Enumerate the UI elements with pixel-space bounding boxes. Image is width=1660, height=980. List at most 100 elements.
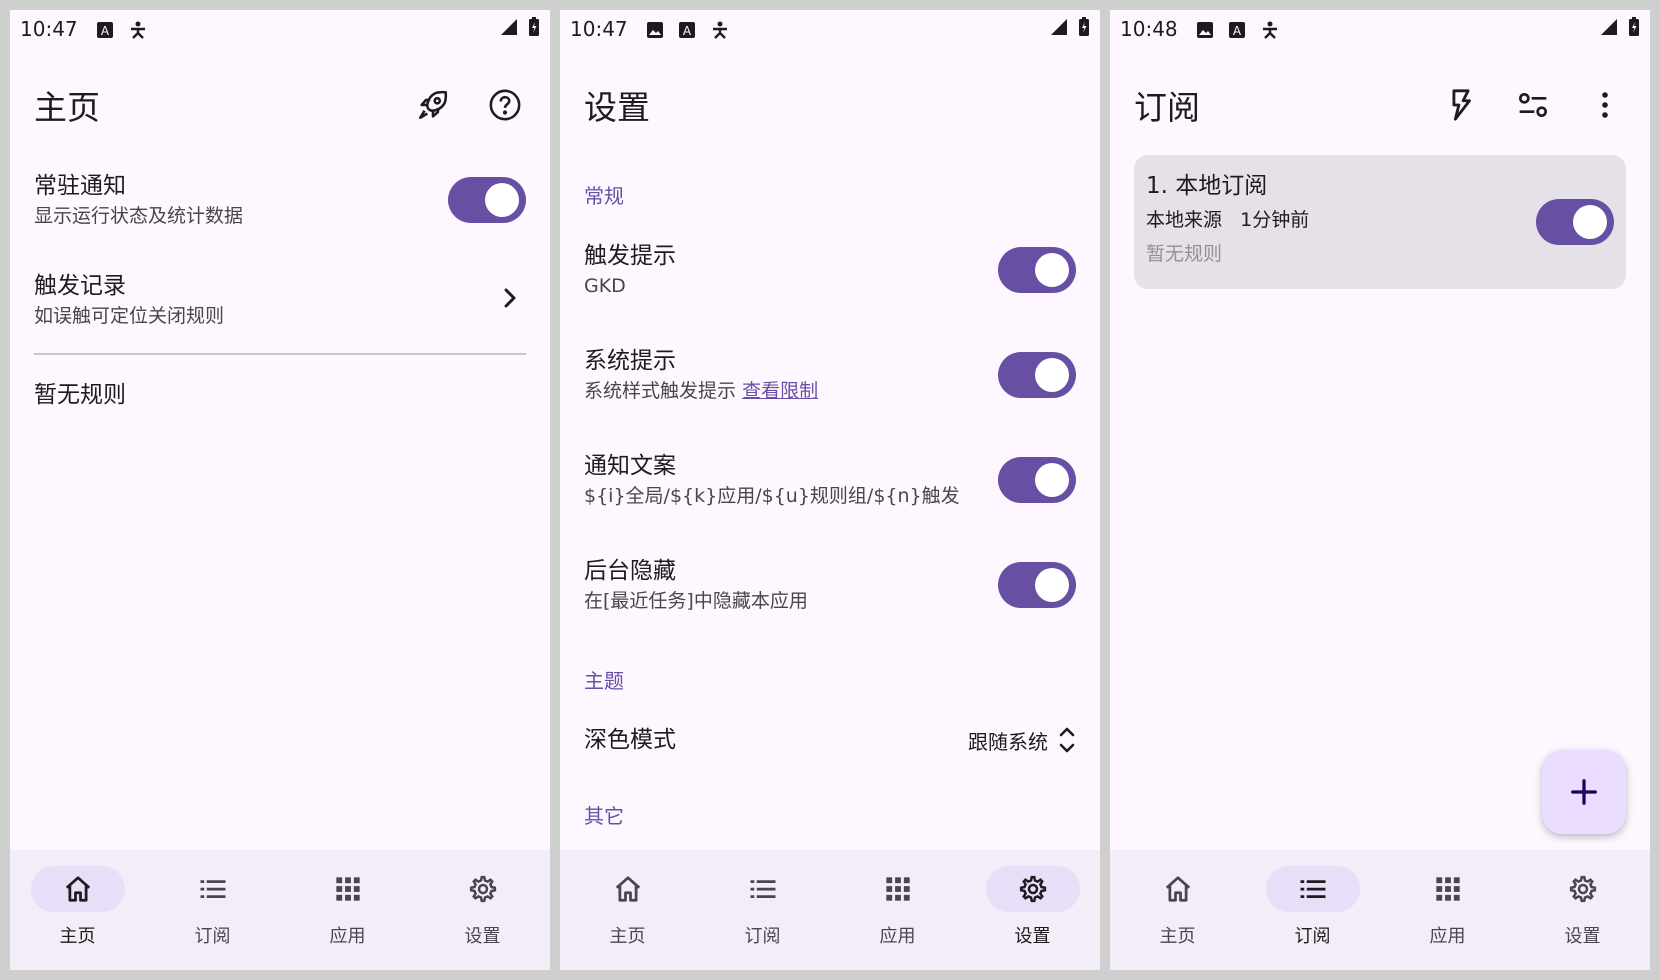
- list-icon: [1300, 880, 1325, 898]
- status-time: 10:47: [570, 17, 628, 41]
- section-theme: 主题: [584, 669, 624, 693]
- item-title: 后台隐藏: [584, 558, 676, 584]
- image-notification-icon: [1196, 20, 1214, 38]
- help-icon[interactable]: [484, 84, 526, 126]
- item-subtitle: GKD: [584, 275, 626, 297]
- notification-text-item[interactable]: 通知文案 ${i}全局/${k}应用/${u}规则组/${n}触发: [584, 440, 1076, 520]
- home-icon: [1165, 876, 1190, 902]
- empty-text: 暂无规则: [34, 382, 126, 408]
- gear-icon: [1569, 875, 1596, 903]
- filter-icon[interactable]: [1512, 84, 1554, 126]
- home-screen: 10:47 A 主页 常驻通知 显示运行状态及统计数据 触发记录 如误触可定位关…: [10, 10, 550, 970]
- rocket-icon[interactable]: [412, 84, 454, 126]
- nav-label: 订阅: [744, 926, 781, 947]
- accessibility-notification-icon: [1260, 20, 1278, 39]
- keyboard-notification-icon: A: [1228, 20, 1246, 38]
- apps-grid-icon: [885, 877, 910, 901]
- nav-label: 应用: [1429, 926, 1466, 947]
- bottom-navigation: 主页 订阅 应用 设置: [10, 850, 550, 970]
- page-title: 主页: [34, 88, 100, 127]
- list-icon: [200, 880, 225, 898]
- nav-item-home[interactable]: 主页: [560, 850, 695, 970]
- accessibility-notification-icon: [710, 20, 728, 39]
- trigger-hint-item[interactable]: 触发提示 GKD: [584, 230, 1076, 310]
- svg-text:A: A: [101, 24, 110, 38]
- section-general: 常规: [584, 184, 624, 208]
- keyboard-notification-icon: A: [678, 20, 696, 38]
- subscription-rules: 暂无规则: [1146, 243, 1223, 265]
- settings-screen: 10:47 A 设置 常规 触发提示 GKD 系统提示 系统样式触发提示 查看限…: [560, 10, 1100, 970]
- nav-item-apps[interactable]: 应用: [830, 850, 965, 970]
- bottom-navigation: 主页 订阅 应用 设置: [1110, 850, 1650, 970]
- signal-icon: [1600, 17, 1618, 41]
- nav-item-apps[interactable]: 应用: [1380, 850, 1515, 970]
- more-vert-icon[interactable]: [1584, 84, 1626, 126]
- subscription-card[interactable]: 1. 本地订阅 本地来源 1分钟前 暂无规则: [1134, 155, 1626, 289]
- list-icon: [750, 880, 775, 898]
- system-hint-item[interactable]: 系统提示 系统样式触发提示 查看限制: [584, 335, 1076, 415]
- nav-item-subscriptions[interactable]: 订阅: [1245, 850, 1380, 970]
- nav-label: 设置: [1014, 926, 1051, 947]
- image-notification-icon: [646, 20, 664, 38]
- system-hint-switch[interactable]: [998, 352, 1076, 398]
- nav-item-subscriptions[interactable]: 订阅: [145, 850, 280, 970]
- status-bar: 10:47 A: [560, 10, 1100, 48]
- apps-grid-icon: [335, 877, 360, 901]
- add-button[interactable]: [1542, 750, 1626, 834]
- nav-label: 应用: [879, 926, 916, 947]
- item-subtitle: 在[最近任务]中隐藏本应用: [584, 590, 808, 612]
- svg-text:A: A: [1233, 24, 1242, 38]
- item-subtitle: ${i}全局/${k}应用/${u}规则组/${n}触发: [584, 485, 960, 507]
- top-app-bar: 主页: [10, 65, 550, 145]
- subscription-switch[interactable]: [1536, 199, 1614, 245]
- home-icon: [65, 876, 90, 902]
- dark-mode-dropdown[interactable]: 跟随系统: [968, 725, 1076, 755]
- subscriptions-screen: 10:48 A 订阅 1. 本地订阅 本地来源 1分钟前 暂无规则 主页 订阅 …: [1110, 10, 1650, 970]
- top-app-bar: 设置: [560, 65, 1100, 145]
- item-title: 常驻通知: [34, 173, 126, 199]
- persistent-notification-switch[interactable]: [448, 177, 526, 223]
- status-bar: 10:48 A: [1110, 10, 1650, 48]
- subscription-source: 本地来源: [1146, 209, 1223, 231]
- status-bar: 10:47 A: [10, 10, 550, 48]
- nav-item-apps[interactable]: 应用: [280, 850, 415, 970]
- nav-item-home[interactable]: 主页: [10, 850, 145, 970]
- signal-icon: [1050, 17, 1068, 41]
- notification-text-switch[interactable]: [998, 457, 1076, 503]
- nav-item-settings[interactable]: 设置: [415, 850, 550, 970]
- item-title: 触发提示: [584, 243, 676, 269]
- item-subtitle: 如误触可定位关闭规则: [34, 305, 225, 327]
- hide-background-item[interactable]: 后台隐藏 在[最近任务]中隐藏本应用: [584, 545, 1076, 625]
- divider: [34, 353, 526, 355]
- item-subtitle: 显示运行状态及统计数据: [34, 205, 244, 227]
- hide-background-switch[interactable]: [998, 562, 1076, 608]
- nav-label: 主页: [1159, 926, 1196, 947]
- nav-label: 主页: [609, 926, 646, 947]
- view-limits-link[interactable]: 查看限制: [742, 380, 818, 402]
- empty-rules-text: 暂无规则: [34, 370, 526, 420]
- trigger-log-item[interactable]: 触发记录 如误触可定位关闭规则: [34, 260, 526, 340]
- add-icon: [1571, 779, 1597, 805]
- item-title: 深色模式: [584, 727, 676, 753]
- nav-item-home[interactable]: 主页: [1110, 850, 1245, 970]
- nav-item-settings[interactable]: 设置: [965, 850, 1100, 970]
- nav-item-subscriptions[interactable]: 订阅: [695, 850, 830, 970]
- dark-mode-item[interactable]: 深色模式 跟随系统: [584, 715, 1076, 765]
- trigger-hint-switch[interactable]: [998, 247, 1076, 293]
- battery-icon: [528, 16, 540, 42]
- battery-icon: [1078, 16, 1090, 42]
- nav-label: 主页: [59, 926, 96, 947]
- nav-item-settings[interactable]: 设置: [1515, 850, 1650, 970]
- subscription-time: 1分钟前: [1240, 209, 1310, 231]
- item-title: 系统提示: [584, 348, 676, 374]
- persistent-notification-item[interactable]: 常驻通知 显示运行状态及统计数据: [34, 160, 526, 240]
- apps-grid-icon: [1435, 877, 1460, 901]
- page-title: 设置: [584, 88, 650, 127]
- gear-icon: [1019, 875, 1046, 903]
- flash-icon[interactable]: [1440, 84, 1482, 126]
- dropdown-value: 跟随系统: [968, 729, 1048, 754]
- home-icon: [615, 876, 640, 902]
- bottom-navigation: 主页 订阅 应用 设置: [560, 850, 1100, 970]
- gear-icon: [469, 875, 496, 903]
- subtitle-text: 系统样式触发提示: [584, 380, 737, 402]
